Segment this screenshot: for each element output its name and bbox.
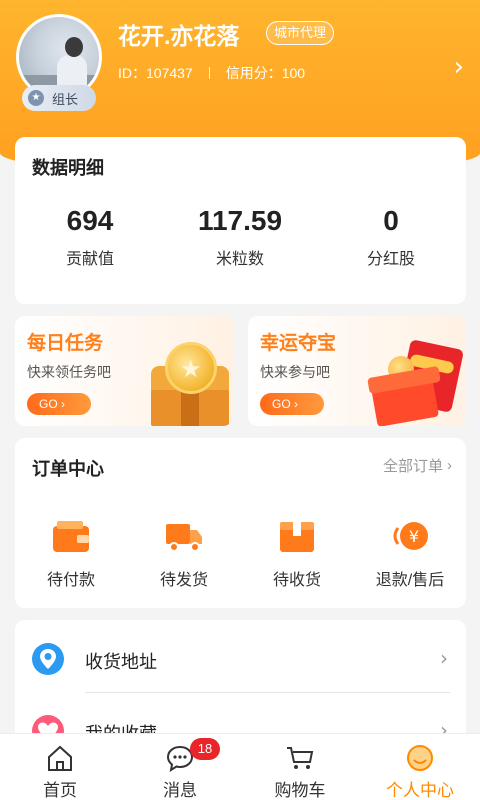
wallet-icon [51,518,91,554]
stat-label: 米粒数 [215,251,264,268]
cart-icon [285,744,315,772]
tab-label: 购物车 [274,781,326,800]
avatar-figure-head [65,37,83,57]
meta-separator [208,67,210,79]
tab-profile[interactable]: 个人中心 [360,734,480,800]
refund-icon: ¥ [390,518,430,554]
menu-item-shipping-address[interactable]: 收货地址 › [15,624,466,694]
daily-tasks-card[interactable]: 每日任务 快来领任务吧 GO › ★ [15,316,233,426]
location-pin-icon [31,642,65,676]
stat-value: 117.59 [197,205,283,236]
order-center-card: 订单中心 全部订单 › 待付款 待发货 待收货 ¥ 退款/售后 [15,438,466,608]
bottom-tab-bar: 首页 消息 购物车 个人中心 [0,733,480,800]
stat-dividend-shares[interactable]: 0 分红股 [316,205,466,269]
chevron-right-icon: › [447,457,452,474]
order-label: 待收货 [272,572,321,589]
go-label: GO [272,397,291,411]
all-orders-link[interactable]: 全部订单 › [383,455,452,476]
profile-meta-row: ID：107437 信用分：100 [118,63,305,83]
order-label: 待付款 [46,572,95,589]
menu-item-label: 收货地址 [85,652,157,672]
tab-label: 个人中心 [386,781,454,800]
truck-icon [164,518,204,554]
stat-rice-grains[interactable]: 117.59 米粒数 [165,205,315,269]
tab-messages[interactable]: 消息 [120,734,240,800]
stats-title: 数据明细 [32,158,104,178]
user-id-text: ID：107437 [118,65,193,81]
tab-label: 消息 [163,781,197,800]
message-count-badge: 18 [190,738,220,760]
stat-value: 694 [66,205,114,236]
city-agent-tag: 城市代理 [266,21,335,45]
username: 花开.亦花落 [118,23,240,49]
daily-tasks-title: 每日任务 [27,333,104,354]
stat-contribution[interactable]: 694 贡献值 [15,205,165,269]
role-badge: ★ 组长 [22,85,96,111]
tab-cart[interactable]: 购物车 [240,734,360,800]
order-pending-payment[interactable]: 待付款 [15,518,127,590]
chevron-right-icon: › [440,646,448,670]
tab-label: 首页 [43,781,77,800]
profile-chevron-right-icon[interactable]: › [454,52,464,82]
stat-value: 0 [383,205,399,236]
daily-tasks-go-button[interactable]: GO › [27,393,91,415]
chest-band [181,390,199,426]
treasure-chest-icon: ★ [147,340,233,426]
role-badge-label: 组长 [52,91,79,107]
package-icon [277,518,317,554]
stats-card: 数据明细 694 贡献值 117.59 米粒数 0 分红股 [15,137,466,304]
order-center-title: 订单中心 [32,459,104,479]
order-pending-shipment[interactable]: 待发货 [128,518,240,590]
profile-icon [405,744,435,772]
order-label: 退款/售后 [375,572,445,589]
lucky-treasure-subtitle: 快来参与吧 [260,364,330,380]
star-icon: ★ [28,90,44,106]
order-pending-receipt[interactable]: 待收货 [241,518,353,590]
stat-label: 贡献值 [65,251,114,268]
credit-score-text: 信用分：100 [225,65,306,81]
lucky-treasure-card[interactable]: 幸运夺宝 快来参与吧 GO › [248,316,466,426]
all-orders-label: 全部订单 [382,458,443,475]
lucky-treasure-title: 幸运夺宝 [260,333,337,354]
tab-home[interactable]: 首页 [0,734,120,800]
order-refund-aftersales[interactable]: ¥ 退款/售后 [354,518,466,590]
order-label: 待发货 [159,572,208,589]
gift-box-icon [366,336,466,426]
home-icon [45,744,75,772]
go-label: GO [39,397,58,411]
lucky-treasure-go-button[interactable]: GO › [260,393,324,415]
stat-label: 分红股 [366,251,415,268]
coin-star-icon: ★ [180,355,202,383]
daily-tasks-subtitle: 快来领任务吧 [27,364,111,380]
svg-text:¥: ¥ [409,527,419,546]
menu-divider [85,692,450,693]
